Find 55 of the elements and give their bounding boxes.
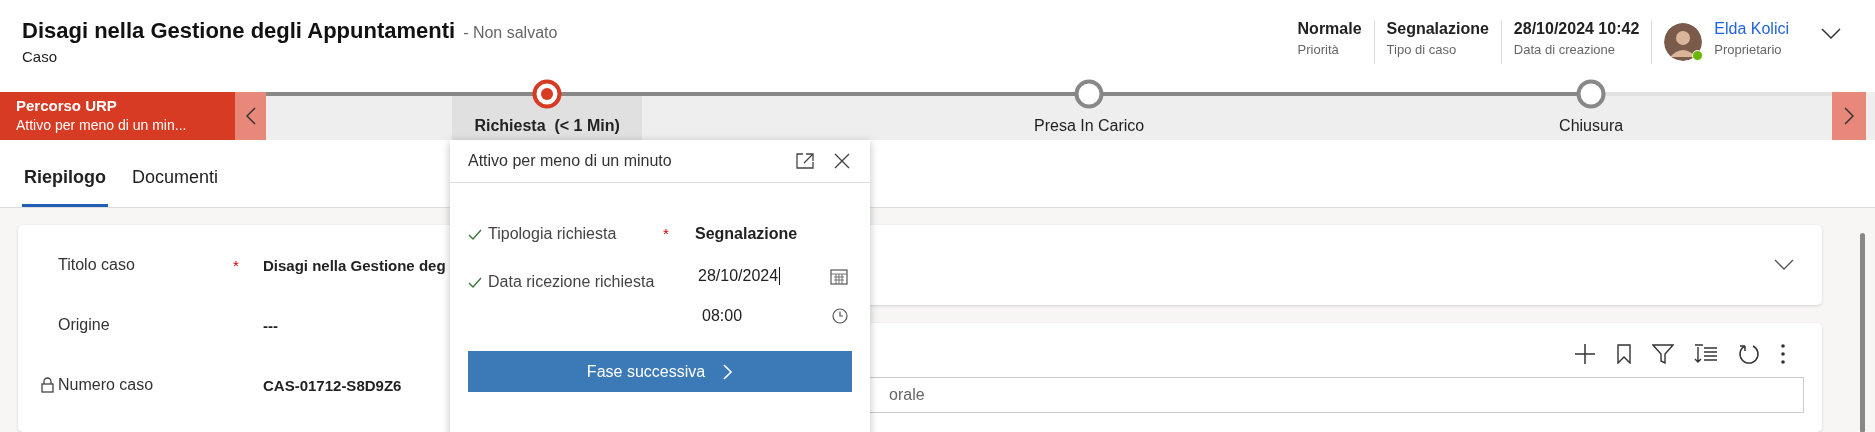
search-field[interactable]: orale <box>868 377 1804 413</box>
stage-circle-icon[interactable] <box>1074 79 1105 109</box>
owner-label: Proprietario <box>1714 42 1783 57</box>
stage-circle-icon[interactable] <box>1576 79 1607 109</box>
flyout-title: Attivo per meno di un minuto <box>468 152 673 170</box>
pop-out-icon[interactable] <box>796 153 814 169</box>
process-name: Percorso URP <box>16 97 118 114</box>
stage-tab[interactable]: Chiusura <box>1537 96 1646 140</box>
save-status: - Non salvato <box>463 24 558 42</box>
next-stage-button[interactable]: Fase successiva <box>468 351 852 392</box>
close-icon[interactable] <box>834 153 850 169</box>
chevron-down-icon[interactable] <box>1821 28 1841 40</box>
add-icon[interactable] <box>1574 343 1596 365</box>
chevron-right-icon <box>1844 107 1855 125</box>
header-field-label: Priorità <box>1297 42 1340 57</box>
previous-stage-button[interactable] <box>235 92 267 140</box>
chevron-right-icon <box>723 363 734 380</box>
process-status: Attivo per meno di un min... <box>16 117 188 133</box>
more-icon[interactable] <box>1780 343 1786 365</box>
time-field[interactable]: 08:00 <box>695 307 743 325</box>
entity-name: Caso <box>22 48 59 65</box>
date-field[interactable]: 28/10/2024 <box>695 267 781 285</box>
scrollbar[interactable] <box>1860 233 1865 432</box>
header-field-label: Tipo di caso <box>1386 42 1458 57</box>
field-label: Data ricezione richiesta <box>488 272 656 292</box>
field-label: Tipologia richiesta <box>488 224 618 244</box>
header-field-label: Data di creazione <box>1513 42 1616 57</box>
owner-link[interactable]: Elda Kolici <box>1714 20 1789 38</box>
target-icon[interactable] <box>532 79 563 109</box>
field-label: Numero caso <box>58 376 154 394</box>
field-value[interactable]: --- <box>263 316 278 334</box>
sort-icon[interactable] <box>1694 344 1718 364</box>
bookmark-icon[interactable] <box>1616 344 1632 364</box>
field-value[interactable]: CAS-01712-S8D9Z6 <box>263 376 402 394</box>
tab[interactable]: Documenti <box>130 140 221 207</box>
avatar <box>1664 23 1703 61</box>
process-name-panel[interactable]: Percorso URP Attivo per meno di un min... <box>0 92 236 140</box>
stage-tab[interactable]: Richiesta (< 1 Min) <box>452 96 642 140</box>
stage-tab[interactable]: Presa In Carico <box>1012 96 1167 140</box>
calendar-icon[interactable] <box>830 267 848 285</box>
header-field-value: 28/10/2024 10:42 <box>1513 20 1640 38</box>
chevron-down-icon[interactable] <box>1774 259 1794 271</box>
field-value[interactable]: Disagi nella Gestione deg <box>263 256 446 274</box>
field-label: Titolo caso <box>58 256 135 274</box>
field-label: Origine <box>58 316 110 334</box>
chevron-left-icon <box>245 107 256 125</box>
header-field-value: Normale <box>1297 20 1362 38</box>
record-title: Disagi nella Gestione degli Appuntamenti <box>22 18 456 44</box>
header-field-value: Segnalazione <box>1386 20 1489 38</box>
field-value[interactable]: Segnalazione <box>695 225 798 242</box>
required-asterisk: * <box>233 256 239 274</box>
required-asterisk: * <box>663 225 669 242</box>
clock-icon[interactable] <box>832 308 848 324</box>
filter-icon[interactable] <box>1652 344 1674 364</box>
refresh-icon[interactable] <box>1738 343 1760 365</box>
